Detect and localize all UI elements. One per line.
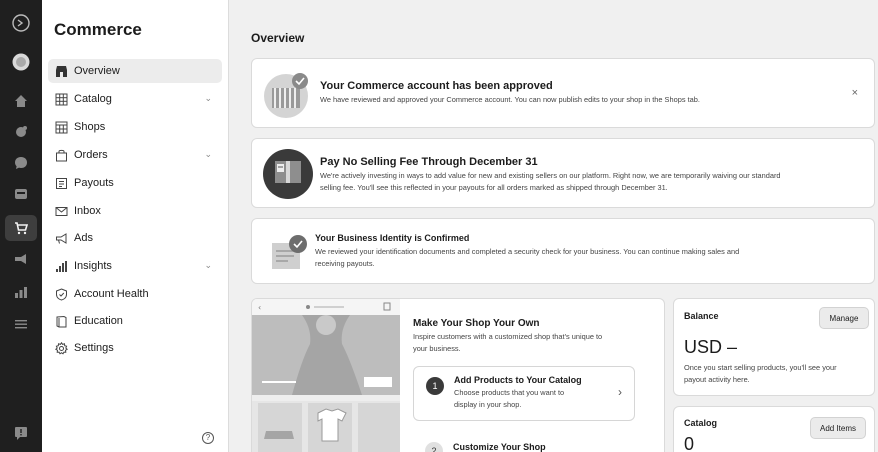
gear-icon bbox=[54, 341, 68, 355]
chevron-right-icon[interactable]: › bbox=[618, 385, 622, 399]
store-icon bbox=[54, 64, 68, 78]
sidebar-item-payouts[interactable]: Payouts bbox=[48, 171, 222, 195]
profile-avatar-icon[interactable] bbox=[12, 53, 30, 71]
manage-button[interactable]: Manage bbox=[819, 307, 869, 329]
balance-amount: USD – bbox=[684, 337, 738, 357]
chevron-down-icon[interactable]: ⌄ bbox=[204, 149, 212, 160]
step-number-badge: 1 bbox=[426, 377, 444, 395]
step-title[interactable]: Customize Your Shop bbox=[453, 442, 546, 452]
help-icon[interactable]: ? bbox=[202, 432, 214, 444]
add-items-button[interactable]: Add Items bbox=[810, 417, 866, 439]
commerce-cart-icon[interactable] bbox=[5, 215, 37, 241]
close-icon[interactable]: × bbox=[852, 87, 858, 99]
commerce-sidebar: Commerce Overview Catalog ⌄ Shops Orders… bbox=[42, 0, 229, 452]
step-number-badge: 2 bbox=[425, 442, 443, 452]
document-check-illustration bbox=[268, 233, 312, 278]
sidebar-item-education[interactable]: Education bbox=[48, 309, 222, 333]
sidebar-item-insights[interactable]: Insights ⌄ bbox=[48, 254, 222, 278]
sidebar-item-label: Shops bbox=[74, 121, 106, 133]
approved-title: Your Commerce account has been approved bbox=[320, 80, 553, 92]
balance-body-line1: Once you start selling products, you'll … bbox=[684, 363, 837, 372]
make-shop-body-line2: your business. bbox=[413, 344, 461, 353]
feedback-icon[interactable] bbox=[12, 424, 30, 442]
catalog-summary-card: Catalog Add Items 0 bbox=[673, 406, 875, 452]
bar-chart-icon bbox=[54, 259, 68, 273]
approved-store-illustration bbox=[262, 68, 314, 125]
sidebar-item-inbox[interactable]: Inbox bbox=[48, 199, 222, 223]
selling-fee-card: Pay No Selling Fee Through December 31 W… bbox=[251, 138, 875, 208]
sidebar-item-label: Overview bbox=[74, 65, 120, 77]
meta-logo-icon[interactable] bbox=[12, 14, 30, 32]
bag-icon bbox=[54, 148, 68, 162]
sidebar-item-ads[interactable]: Ads bbox=[48, 226, 222, 250]
sidebar-item-label: Settings bbox=[74, 342, 114, 354]
step-body-line2: display in your shop. bbox=[454, 400, 522, 409]
identity-title: Your Business Identity is Confirmed bbox=[315, 233, 470, 243]
step-title: Add Products to Your Catalog bbox=[454, 375, 582, 385]
ads-megaphone-icon[interactable] bbox=[12, 250, 30, 268]
sidebar-item-label: Education bbox=[74, 315, 123, 327]
menu-hamburger-icon[interactable] bbox=[12, 315, 30, 333]
sidebar-item-label: Insights bbox=[74, 260, 112, 272]
book-icon bbox=[54, 314, 68, 328]
make-shop-card: ‹ Make Your Shop Your Own Inspire custom… bbox=[251, 298, 665, 452]
sidebar-item-settings[interactable]: Settings bbox=[48, 336, 222, 360]
overview-main: Overview Your Commerce account has been … bbox=[229, 0, 878, 452]
insights-bars-icon[interactable] bbox=[12, 283, 30, 301]
make-shop-title: Make Your Shop Your Own bbox=[413, 318, 540, 329]
catalog-count: 0 bbox=[684, 434, 695, 452]
identity-body-line2: receiving payouts. bbox=[315, 259, 375, 268]
notifications-icon[interactable] bbox=[12, 123, 30, 141]
package-illustration bbox=[262, 148, 314, 205]
shop-grid-icon bbox=[54, 120, 68, 134]
shield-icon bbox=[54, 287, 68, 301]
chevron-down-icon[interactable]: ⌄ bbox=[204, 260, 212, 271]
sidebar-item-shops[interactable]: Shops bbox=[48, 115, 222, 139]
mail-icon bbox=[54, 204, 68, 218]
grid-icon bbox=[54, 92, 68, 106]
chevron-down-icon[interactable]: ⌄ bbox=[204, 93, 212, 104]
balance-card: Balance Manage USD – Once you start sell… bbox=[673, 298, 875, 396]
balance-body-line2: payout activity here. bbox=[684, 375, 750, 384]
messages-icon[interactable] bbox=[12, 154, 30, 172]
home-icon[interactable] bbox=[12, 92, 30, 110]
megaphone-icon bbox=[54, 231, 68, 245]
sidebar-item-label: Inbox bbox=[74, 205, 101, 217]
pages-icon[interactable] bbox=[12, 185, 30, 203]
commerce-app: Commerce Overview Catalog ⌄ Shops Orders… bbox=[0, 0, 878, 452]
sidebar-item-label: Payouts bbox=[74, 177, 114, 189]
identity-confirmed-card: Your Business Identity is Confirmed We r… bbox=[251, 218, 875, 284]
selling-fee-body-line2: selling fee. You'll see this reflected i… bbox=[320, 183, 668, 192]
page-title: Overview bbox=[251, 31, 305, 45]
sidebar-item-label: Account Health bbox=[74, 288, 149, 300]
step-body-line1: Choose products that you want to bbox=[454, 388, 565, 397]
balance-title: Balance bbox=[684, 311, 719, 321]
sidebar-item-catalog[interactable]: Catalog ⌄ bbox=[48, 87, 222, 111]
approved-notice-card: Your Commerce account has been approved … bbox=[251, 58, 875, 128]
approved-body: We have reviewed and approved your Comme… bbox=[320, 95, 700, 104]
sidebar-item-label: Ads bbox=[74, 232, 93, 244]
selling-fee-body-line1: We're actively investing in ways to add … bbox=[320, 171, 781, 180]
sidebar-item-orders[interactable]: Orders ⌄ bbox=[48, 143, 222, 167]
sidebar-title: Commerce bbox=[54, 20, 142, 39]
sidebar-item-label: Orders bbox=[74, 149, 108, 161]
sidebar-item-account-health[interactable]: Account Health bbox=[48, 282, 222, 306]
add-products-step[interactable]: 1 Add Products to Your Catalog Choose pr… bbox=[413, 366, 635, 421]
shop-preview-illustration: ‹ bbox=[252, 299, 402, 452]
selling-fee-title: Pay No Selling Fee Through December 31 bbox=[320, 156, 538, 168]
app-icon-rail bbox=[0, 0, 42, 452]
make-shop-body-line1: Inspire customers with a customized shop… bbox=[413, 332, 603, 341]
payouts-icon bbox=[54, 176, 68, 190]
sidebar-item-overview[interactable]: Overview bbox=[48, 59, 222, 83]
sidebar-item-label: Catalog bbox=[74, 93, 112, 105]
catalog-title: Catalog bbox=[684, 418, 718, 428]
identity-body-line1: We reviewed your identification document… bbox=[315, 247, 740, 256]
svg-text:‹: ‹ bbox=[258, 303, 261, 312]
